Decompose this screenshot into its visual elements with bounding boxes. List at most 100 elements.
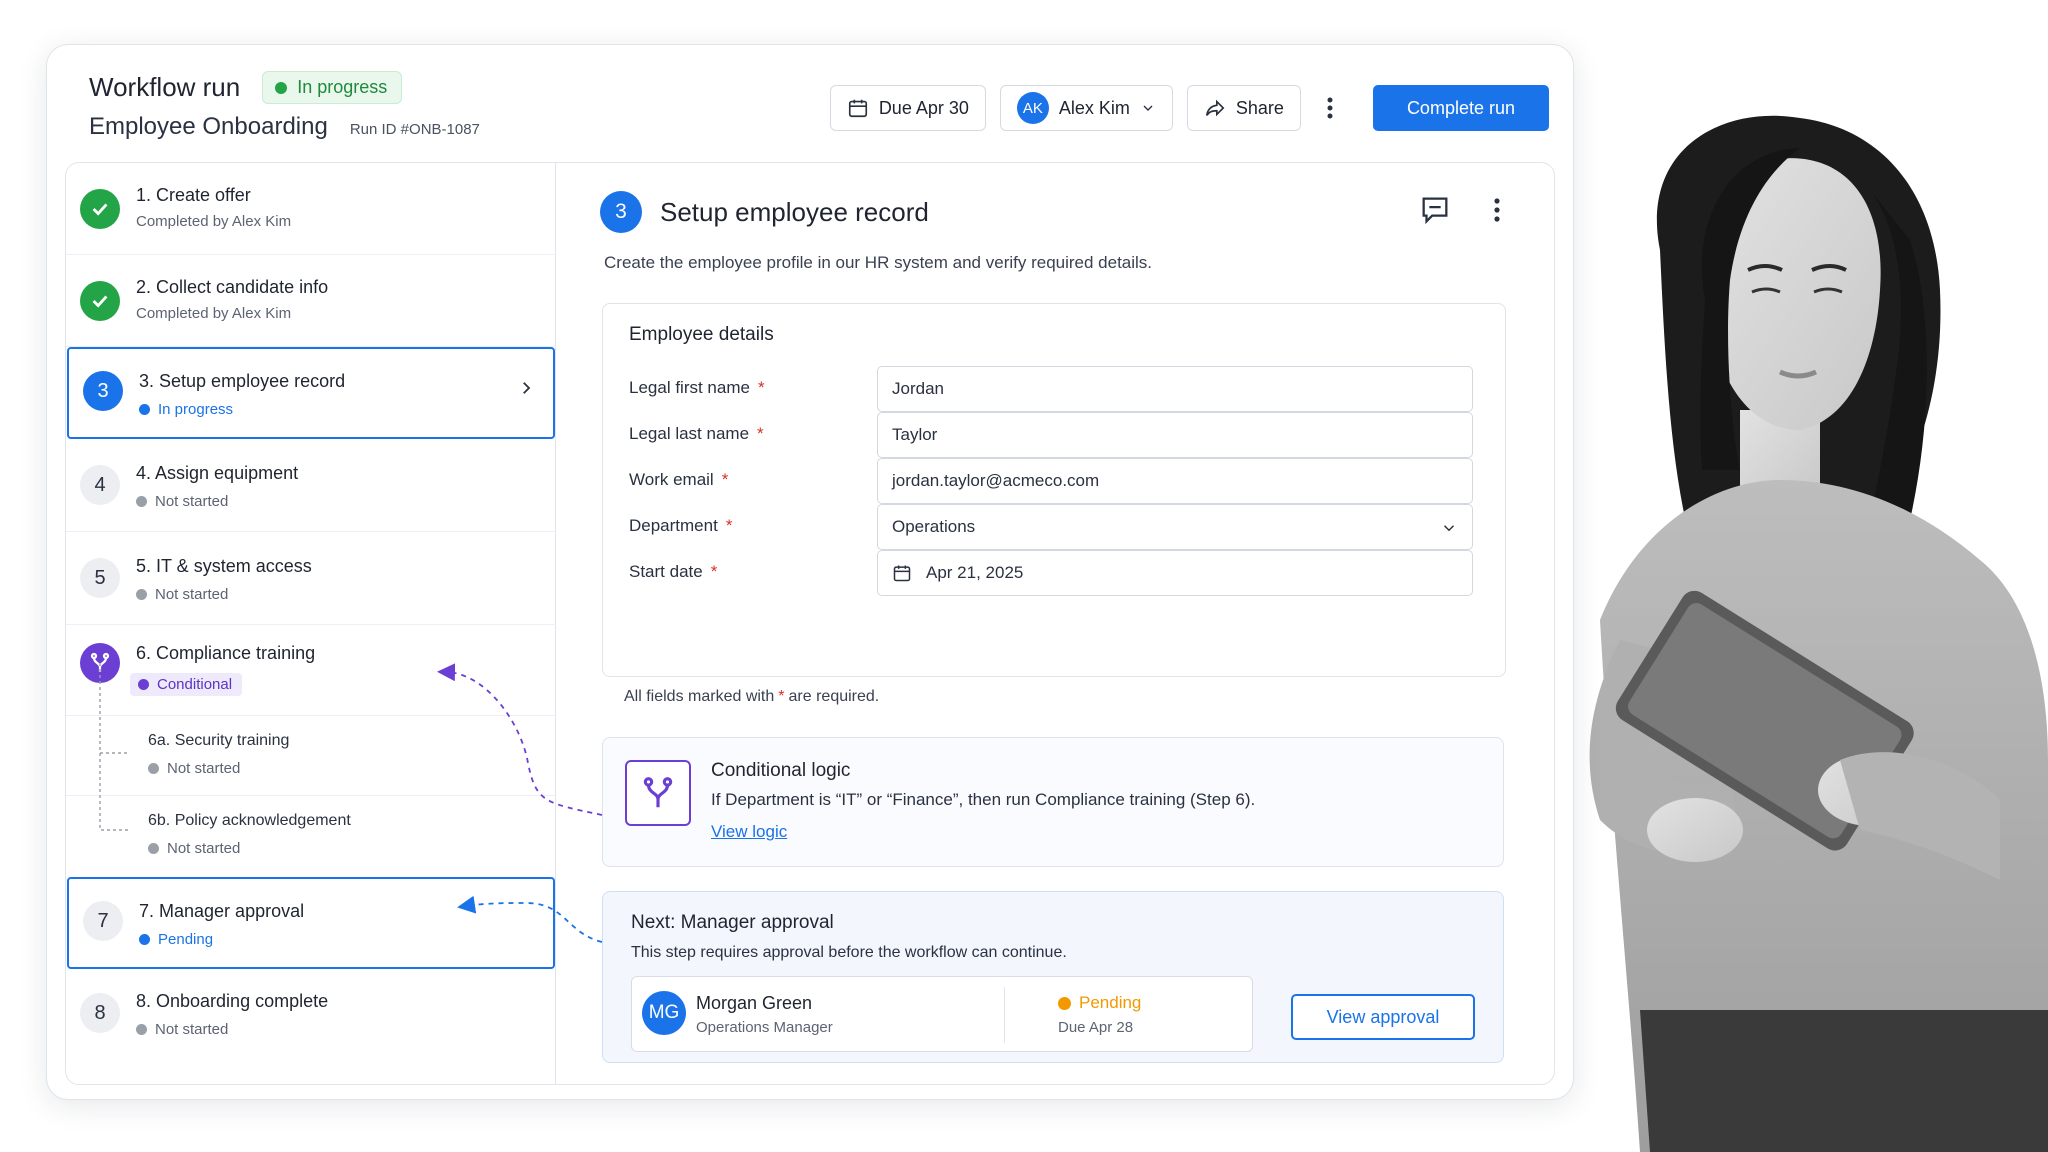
approval-status: Pending [1058,993,1141,1013]
approver-name: Morgan Green [696,993,813,1013]
status-dot-icon [148,763,159,774]
card-title: Employee details [629,324,774,345]
last-name-field[interactable]: Taylor [877,412,1473,458]
step-label: 4. Assign equipment [136,463,299,483]
assignee-dropdown[interactable]: AK Alex Kim [999,85,1173,131]
share-button[interactable]: Share [1186,85,1301,131]
step-label: 1. Create offer [136,185,251,205]
step-number-badge: 7 [83,901,123,941]
field-label: Work email * [629,470,729,489]
status-dot-icon [136,589,147,600]
step-status: Pending [139,931,213,948]
workflow-run-window: Workflow run In progress Employee Onboar… [46,44,1574,1100]
department-select[interactable]: Operations [877,504,1473,550]
step-status-text: Pending [158,931,214,948]
start-date-row: Start date * Apr 21, 2025 [629,550,1479,596]
logic-title: Conditional logic [711,760,851,781]
logic-description: If Department is “IT” or “Finance”, then… [711,790,1256,809]
step-number-badge: 3 [83,371,123,411]
step-more-options-button[interactable] [1494,197,1500,228]
kebab-menu-icon [1494,198,1500,222]
step-status-text: Not started [155,493,229,510]
sub-step-status-text: Not started [167,760,241,777]
due-date-button[interactable]: Due Apr 30 [829,85,986,131]
field-value: Apr 21, 2025 [926,563,1024,582]
last-name-row: Legal last name * Taylor [629,412,1479,458]
chevron-down-icon [1143,105,1153,111]
share-icon [1205,99,1225,117]
share-label: Share [1235,97,1284,118]
approver-avatar: MG [642,991,686,1035]
status-dot-icon [139,404,150,415]
divider [1004,987,1005,1043]
step-label: 3. Setup employee record [139,371,346,391]
step-title: Setup employee record [660,196,929,227]
step-status: Not started [136,493,228,510]
step-detail: 3 Setup employee record Create the emplo… [556,163,1554,1084]
comment-button[interactable] [1418,193,1452,232]
conditional-badge: Conditional [130,673,243,696]
sub-step-security-training[interactable]: 6a. Security training Not started [66,716,556,796]
workflow-name: Employee Onboarding [89,113,328,140]
field-label: Start date * [629,562,718,581]
field-label: Legal first name * [629,378,765,397]
field-value: Jordan [892,379,944,398]
next-step-title: Next: Manager approval [631,912,834,933]
sub-step-status: Not started [148,840,240,857]
start-date-field[interactable]: Apr 21, 2025 [877,550,1473,596]
step-status: Not started [136,586,228,603]
first-name-field[interactable]: Jordan [877,366,1473,412]
approver-role: Operations Manager [696,1019,833,1036]
conditional-logic-card: Conditional logic If Department is “IT” … [602,737,1504,867]
step-item-compliance-training[interactable]: 6. Compliance training Conditional [66,625,556,716]
branch-icon [80,643,120,683]
sub-step-label: 6b. Policy acknowledgement [148,812,351,829]
run-header: Workflow run In progress Employee Onboar… [47,45,1573,161]
step-item-setup-employee-record[interactable]: 3 3. Setup employee record In progress [67,347,555,439]
more-options-button[interactable] [1315,85,1345,131]
step-label: 7. Manager approval [139,901,305,921]
calendar-icon [848,99,867,118]
step-number-badge: 8 [80,993,120,1033]
step-item-assign-equipment[interactable]: 4 4. Assign equipment Not started [66,439,556,532]
step-item-collect-candidate-info[interactable]: 2. Collect candidate info Completed by A… [66,255,556,347]
status-dot-icon [139,934,150,945]
status-dot-icon [148,843,159,854]
step-label: 5. IT & system access [136,556,312,576]
step-meta: Completed by Alex Kim [136,305,292,322]
approval-due-date: Due Apr 28 [1058,1019,1134,1036]
status-dot-icon [138,679,149,690]
sub-step-policy-acknowledgement[interactable]: 6b. Policy acknowledgement Not started [66,796,556,876]
step-number-badge: 3 [600,191,642,233]
step-item-it-system-access[interactable]: 5 5. IT & system access Not started [66,532,556,625]
sub-step-status: Not started [148,760,240,777]
step-number-badge: 5 [80,558,120,598]
step-item-manager-approval[interactable]: 7 7. Manager approval Pending [67,877,555,969]
step-item-onboarding-complete[interactable]: 8 8. Onboarding complete Not started [66,969,556,1061]
step-item-create-offer[interactable]: 1. Create offer Completed by Alex Kim [66,163,556,255]
work-email-field[interactable]: jordan.taylor@acmeco.com [877,458,1473,504]
sub-step-label: 6a. Security training [148,732,290,749]
run-id: Run ID #ONB-1087 [349,121,480,138]
employee-details-card: Employee details Legal first name * Jorda… [602,303,1506,677]
calendar-icon [893,565,911,582]
step-label: 2. Collect candidate info [136,277,329,297]
comment-icon [1422,197,1448,225]
field-value: jordan.taylor@acmeco.com [892,471,1100,490]
complete-run-button[interactable]: Complete run [1372,85,1549,131]
step-number-badge: 4 [80,465,120,505]
due-date-label: Due Apr 30 [878,97,969,118]
approval-status-text: Pending [1079,993,1142,1012]
field-value: Taylor [892,425,938,444]
branch-icon [625,760,691,826]
field-label: Department * [629,516,733,535]
view-approval-button[interactable]: View approval [1291,994,1475,1040]
view-logic-link[interactable]: View logic [711,822,787,842]
check-circle-icon [80,189,120,229]
step-status-text: Not started [155,1021,229,1038]
check-circle-icon [80,281,120,321]
step-status-text: In progress [158,401,234,418]
department-row: Department * Operations [629,504,1479,550]
step-meta: Completed by Alex Kim [136,213,292,230]
run-status-badge: In progress [262,71,403,104]
